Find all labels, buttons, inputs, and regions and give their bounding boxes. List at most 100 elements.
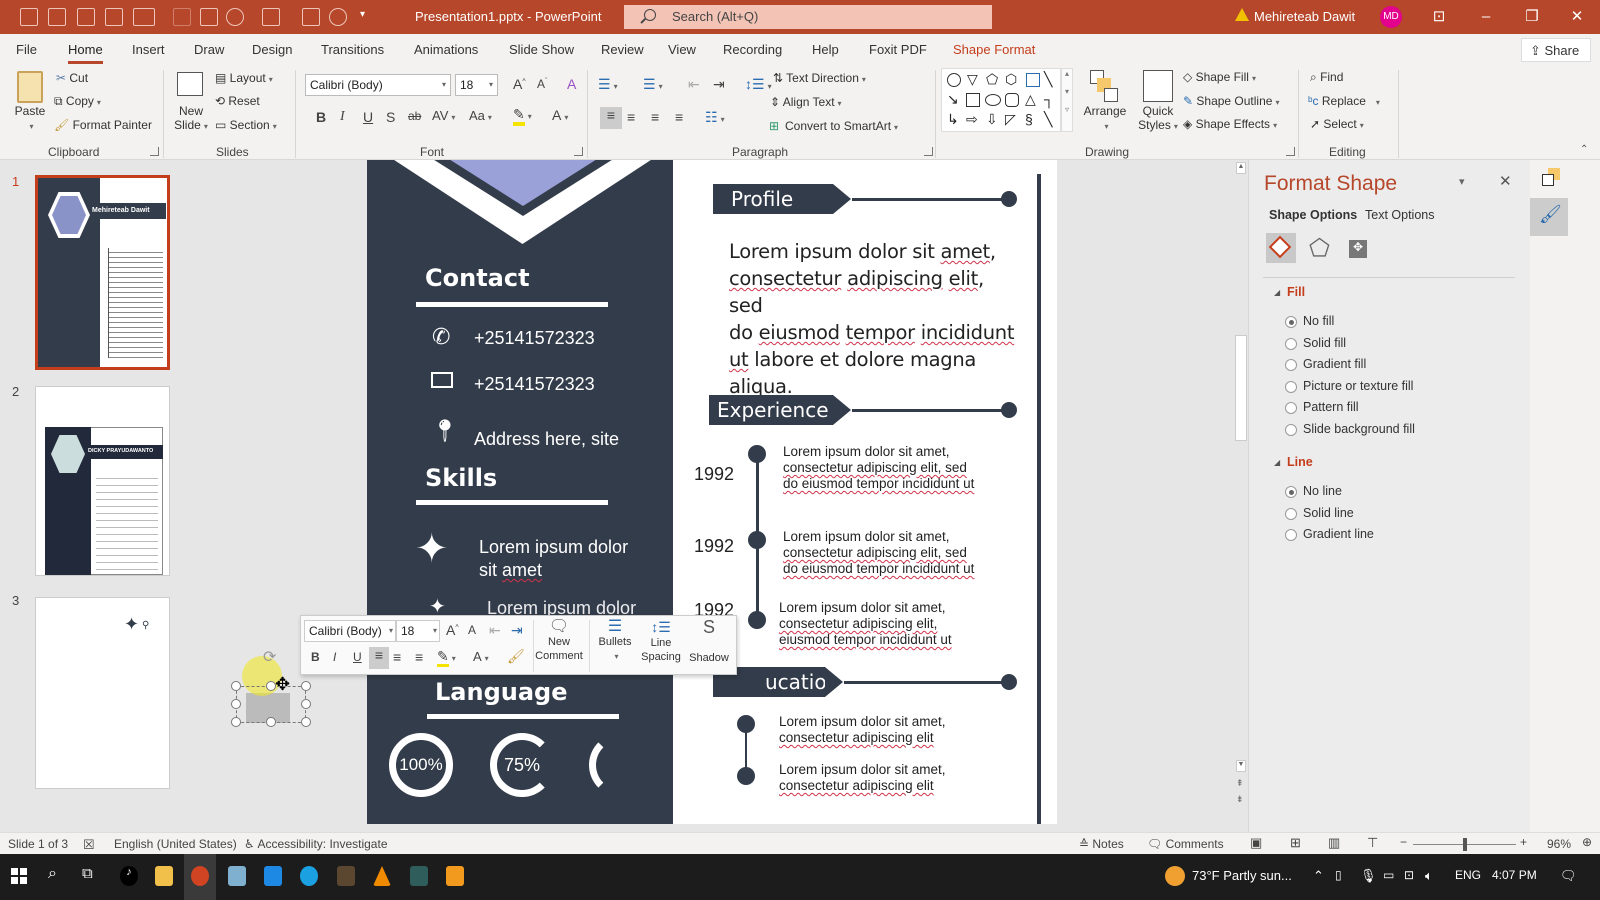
tab-help[interactable]: Help [812, 42, 839, 57]
fill-option-label[interactable]: Gradient fill [1303, 357, 1366, 371]
highlight-button[interactable]: ✎ ▾ [513, 106, 532, 126]
tab-draw[interactable]: Draw [194, 42, 224, 57]
section-button[interactable]: ▭ Section ▾ [215, 118, 277, 132]
fill-radio[interactable] [1285, 402, 1297, 414]
collapse-fill-icon[interactable]: ◢ [1274, 288, 1280, 297]
mini-italic-button[interactable]: I [333, 650, 336, 664]
format-painter-button[interactable]: 🖌 Format Painter [54, 118, 152, 132]
resize-handle[interactable] [231, 681, 241, 691]
scroll-up-button[interactable]: ▲ [1236, 162, 1246, 174]
line-option-label[interactable]: No line [1303, 484, 1342, 498]
clock[interactable]: 4:07 PM [1492, 868, 1537, 882]
tab-view[interactable]: View [668, 42, 696, 57]
mini-font-color-button[interactable]: A ▾ [473, 649, 489, 664]
mail-icon[interactable] [264, 866, 282, 886]
shape-effects-button[interactable]: ◈ Shape Effects ▾ [1183, 117, 1277, 131]
resize-handle[interactable] [266, 681, 276, 691]
shape-outline-button[interactable]: ✎ Shape Outline ▾ [1183, 94, 1279, 108]
decrease-indent-icon[interactable]: ⇤ [489, 622, 501, 639]
line-option-label[interactable]: Solid line [1303, 506, 1354, 520]
shape-triangle-icon[interactable]: △ [1025, 91, 1036, 108]
effects-tab[interactable]: ⬠ [1309, 234, 1330, 263]
shape-pentagon-icon[interactable]: ⬠ [986, 71, 998, 88]
scroll-down-button[interactable]: ▼ [1236, 760, 1246, 772]
edge-icon[interactable] [300, 866, 318, 886]
share-button[interactable]: ⇪ Share [1521, 38, 1591, 62]
shape-elbow-icon[interactable]: ┐ [1044, 91, 1054, 107]
drawing-launcher[interactable] [1286, 147, 1295, 156]
tab-recording[interactable]: Recording [723, 42, 782, 57]
new-comment-button[interactable]: 🗨︎ New Comment [533, 619, 585, 663]
table-icon[interactable] [200, 8, 218, 26]
select-button[interactable]: ➚ Select ▾ [1310, 117, 1364, 131]
shapes-icon[interactable] [226, 8, 244, 26]
tab-file[interactable]: File [16, 42, 37, 57]
powerpoint-icon[interactable] [191, 866, 209, 886]
minimize-button[interactable]: – [1472, 6, 1500, 28]
text-box-icon[interactable] [77, 8, 95, 26]
task-view-icon[interactable]: ⧉ [82, 865, 93, 882]
normal-view-button[interactable]: ▣ [1250, 835, 1262, 851]
select-icon[interactable] [105, 8, 123, 26]
user-name[interactable]: Mehireteab Dawit [1254, 9, 1355, 24]
selection-pane-icon[interactable] [1542, 168, 1564, 190]
photos-icon[interactable] [228, 866, 246, 886]
file-explorer-icon[interactable] [155, 866, 173, 886]
shape-rectangle-icon[interactable] [966, 93, 980, 107]
clipboard-launcher[interactable] [150, 147, 159, 156]
collapse-ribbon-icon[interactable]: ⌃ [1580, 144, 1588, 155]
shape-elbow-arrow-icon[interactable]: ↳ [947, 111, 959, 128]
font-color-button[interactable]: A ▾ [552, 107, 568, 123]
show-hidden-icons[interactable]: ⌃ [1313, 868, 1324, 884]
vlc-icon[interactable] [373, 866, 391, 886]
tab-foxit-pdf[interactable]: Foxit PDF [869, 42, 927, 57]
shape-down-arrow-icon[interactable]: ⇩ [986, 111, 998, 128]
save-icon[interactable] [20, 8, 38, 26]
accessibility-status[interactable]: ♿︎ Accessibility: Investigate [244, 837, 388, 851]
tab-shape-format[interactable]: Shape Format [953, 42, 1035, 57]
fill-radio[interactable] [1285, 380, 1297, 393]
fill-option-label[interactable]: Slide background fill [1303, 422, 1415, 436]
app-icon[interactable] [410, 866, 428, 886]
tab-home[interactable]: Home [68, 42, 103, 64]
fill-radio[interactable] [1285, 316, 1297, 328]
fill-option-label[interactable]: Solid fill [1303, 336, 1346, 350]
weather-text[interactable]: 73°F Partly sun... [1192, 868, 1292, 883]
resize-handle[interactable] [301, 717, 311, 727]
notifications-icon[interactable]: 🗨︎ [1560, 868, 1577, 884]
mini-bold-button[interactable]: B [311, 650, 320, 664]
duplicate-icon[interactable] [302, 8, 320, 26]
shape-options-tab[interactable]: Shape Options [1269, 208, 1357, 222]
mini-underline-button[interactable]: U [353, 650, 362, 664]
shape-line2-icon[interactable]: ╲ [1044, 111, 1052, 128]
warning-icon[interactable] [1235, 8, 1249, 21]
tab-review[interactable]: Review [601, 42, 644, 57]
increase-font-icon[interactable]: A^ [446, 622, 459, 638]
shape-rounded-rect-icon[interactable] [1005, 93, 1019, 107]
shape-right-arrow-icon[interactable]: ⇨ [966, 111, 978, 128]
clear-formatting-icon[interactable]: A [567, 76, 576, 92]
ribbon-display-icon[interactable]: ⊡ [1425, 6, 1453, 28]
paste-button[interactable]: Paste ▾ [12, 104, 48, 134]
fill-option-label[interactable]: Pattern fill [1303, 400, 1359, 414]
line-radio[interactable] [1285, 529, 1297, 541]
find-button[interactable]: ⌕ Find [1310, 70, 1343, 85]
tab-design[interactable]: Design [252, 42, 292, 57]
line-section-header[interactable]: Line [1287, 455, 1313, 469]
shape-freeform-icon[interactable]: ◸ [1005, 111, 1016, 128]
text-shadow-button[interactable]: S [386, 109, 395, 125]
tab-insert[interactable]: Insert [132, 42, 165, 57]
fill-radio[interactable] [1285, 337, 1297, 350]
copy-button[interactable]: ⧉ Copy ▾ [54, 94, 101, 109]
numbering-icon[interactable]: ☰ ▾ [643, 76, 663, 93]
align-icon[interactable] [173, 8, 191, 26]
justify-button[interactable]: ≡ [675, 109, 683, 125]
layout-icon[interactable] [133, 8, 155, 26]
mini-highlight-button[interactable]: ✎ ▾ [437, 648, 456, 667]
zoom-level[interactable]: 96% [1547, 837, 1571, 851]
weather-icon[interactable] [1165, 866, 1185, 886]
reading-view-button[interactable]: ▥ [1328, 835, 1340, 851]
text-options-tab[interactable]: Text Options [1365, 208, 1434, 222]
slide-thumbnail-3[interactable]: ✦ ⚲ [35, 597, 170, 789]
strikethrough-button[interactable]: ab [408, 109, 421, 123]
